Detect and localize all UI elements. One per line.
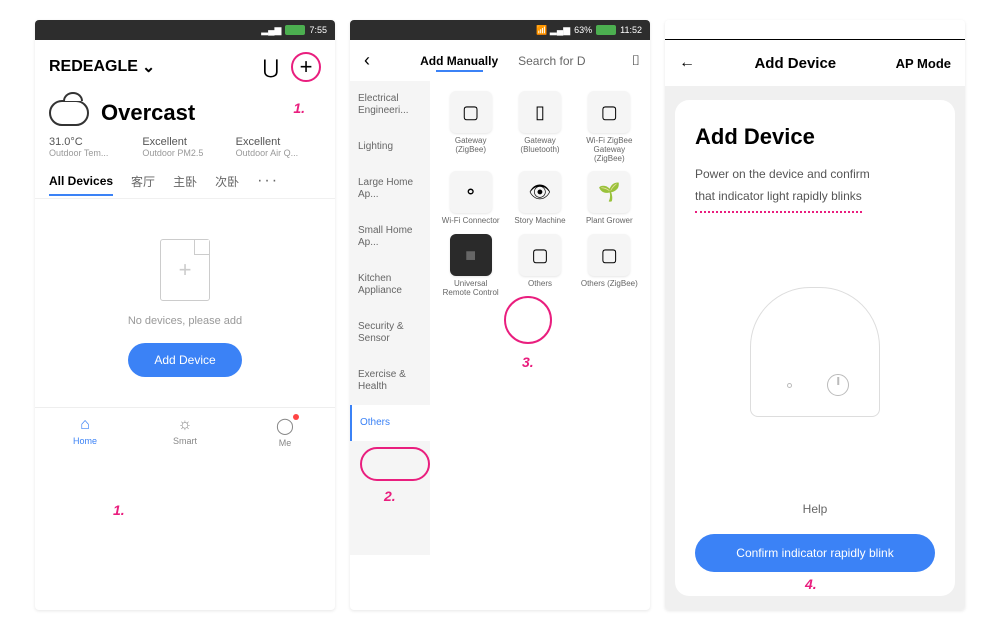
status-time: 7:55 [309,25,327,35]
tab-add-manually[interactable]: Add Manually [420,54,498,68]
device-card: Add Device Power on the device and confi… [675,100,955,596]
category-sidebar: Electrical Engineeri... Lighting Large H… [350,81,430,555]
tab-all-devices[interactable]: All Devices [49,174,113,188]
device-item[interactable]: 🌱Plant Grower [579,171,640,226]
battery-icon [596,25,616,35]
sidebar-item[interactable]: Lighting [350,129,430,165]
ap-mode-button[interactable]: AP Mode [896,56,951,71]
indicator-dot-icon [787,383,792,388]
room-tabs: All Devices 客厅 主卧 次卧 ··· [35,172,335,199]
empty-text: No devices, please add [35,315,335,327]
device-grid: ▢Gateway (ZigBee) ▯Gateway (Bluetooth) ▢… [430,81,650,555]
device-item[interactable]: ⚬Wi-Fi Connector [440,171,501,226]
device-illustration [695,223,935,480]
annotation-2: 2. [384,488,396,504]
annotation-3: 3. [522,354,534,370]
screen-home: ▂▄▆ 7:55 REDEAGLE ⌄ ⋃ + 1. Overcast 31.0… [35,20,335,610]
device-item[interactable]: ▢Gateway (ZigBee) [440,91,501,163]
annotation-1a: 1. [293,100,305,116]
weather-condition: Overcast [101,100,195,126]
empty-state: + No devices, please add Add Device [35,199,335,397]
device-item[interactable]: ▯Gateway (Bluetooth) [509,91,570,163]
sidebar-item[interactable]: Kitchen Appliance [350,261,430,309]
instruction-line: Power on the device and confirm [695,164,935,186]
tab-room[interactable]: 次卧 [215,173,239,190]
screen-add-manually: 📶 ▂▄▆ 63% 11:52 ‹ Add Manually Search fo… [350,20,650,610]
weather-stats: 31.0°COutdoor Tem... ExcellentOutdoor PM… [35,130,335,172]
cloud-icon [49,100,89,126]
status-bar [665,20,965,40]
back-arrow-icon[interactable]: ← [679,54,695,72]
nav-me[interactable]: ◯Me [235,416,335,448]
bottom-nav: ⌂Home ☼Smart ◯Me [35,407,335,452]
sidebar-item[interactable]: Security & Sensor [350,309,430,357]
help-link[interactable]: Help [695,502,935,516]
tabs-more[interactable]: ··· [257,172,279,190]
chevron-down-icon: ⌄ [142,57,155,77]
sidebar-item[interactable]: Electrical Engineeri... [350,81,430,129]
annotation-1b: 1. [113,502,125,518]
device-item[interactable]: ■Universal Remote Control [440,234,501,298]
home-icon: ⌂ [35,416,135,434]
device-item[interactable]: ▢Wi-Fi ZigBee Gateway (ZigBee) [579,91,640,163]
sidebar-item-others[interactable]: Others [350,405,430,441]
status-bar: ▂▄▆ 7:55 [35,20,335,40]
tab-room[interactable]: 主卧 [173,173,197,190]
status-bar: 📶 ▂▄▆ 63% 11:52 [350,20,650,40]
tab-search-device[interactable]: Search for D [518,54,585,68]
card-title: Add Device [695,124,935,150]
back-icon[interactable]: ‹ [360,50,374,71]
tab-room[interactable]: 客厅 [131,173,155,190]
device-item-others[interactable]: ▢Others [509,234,570,298]
header-title: Add Device [754,55,836,72]
person-icon: ◯ [235,416,335,436]
sun-icon: ☼ [135,416,235,434]
confirm-button[interactable]: Confirm indicator rapidly blink [695,534,935,572]
home-selector[interactable]: REDEAGLE ⌄ [49,57,155,77]
screen-confirm-device: ← Add Device AP Mode Add Device Power on… [665,20,965,610]
nav-smart[interactable]: ☼Smart [135,416,235,448]
scan-icon[interactable]: ⌷ [632,52,640,69]
power-icon [827,374,849,396]
device-item[interactable]: ▢Others (ZigBee) [579,234,640,298]
sidebar-item[interactable]: Large Home Ap... [350,165,430,213]
add-device-button[interactable]: Add Device [128,343,241,377]
wifi-icon: 📶 ▂▄▆ [536,25,570,36]
mic-icon[interactable]: ⋃ [263,55,279,80]
nav-home[interactable]: ⌂Home [35,416,135,448]
sidebar-item[interactable]: Exercise & Health [350,357,430,405]
sidebar-item[interactable]: Small Home Ap... [350,213,430,261]
battery-icon [285,25,305,35]
file-plus-icon: + [160,239,210,301]
add-icon[interactable]: + [291,52,321,82]
instruction-line: that indicator light rapidly blinks [695,186,935,214]
device-item[interactable]: 👁Story Machine [509,171,570,226]
signal-icon: ▂▄▆ [261,25,281,36]
annotation-4: 4. [805,576,817,592]
